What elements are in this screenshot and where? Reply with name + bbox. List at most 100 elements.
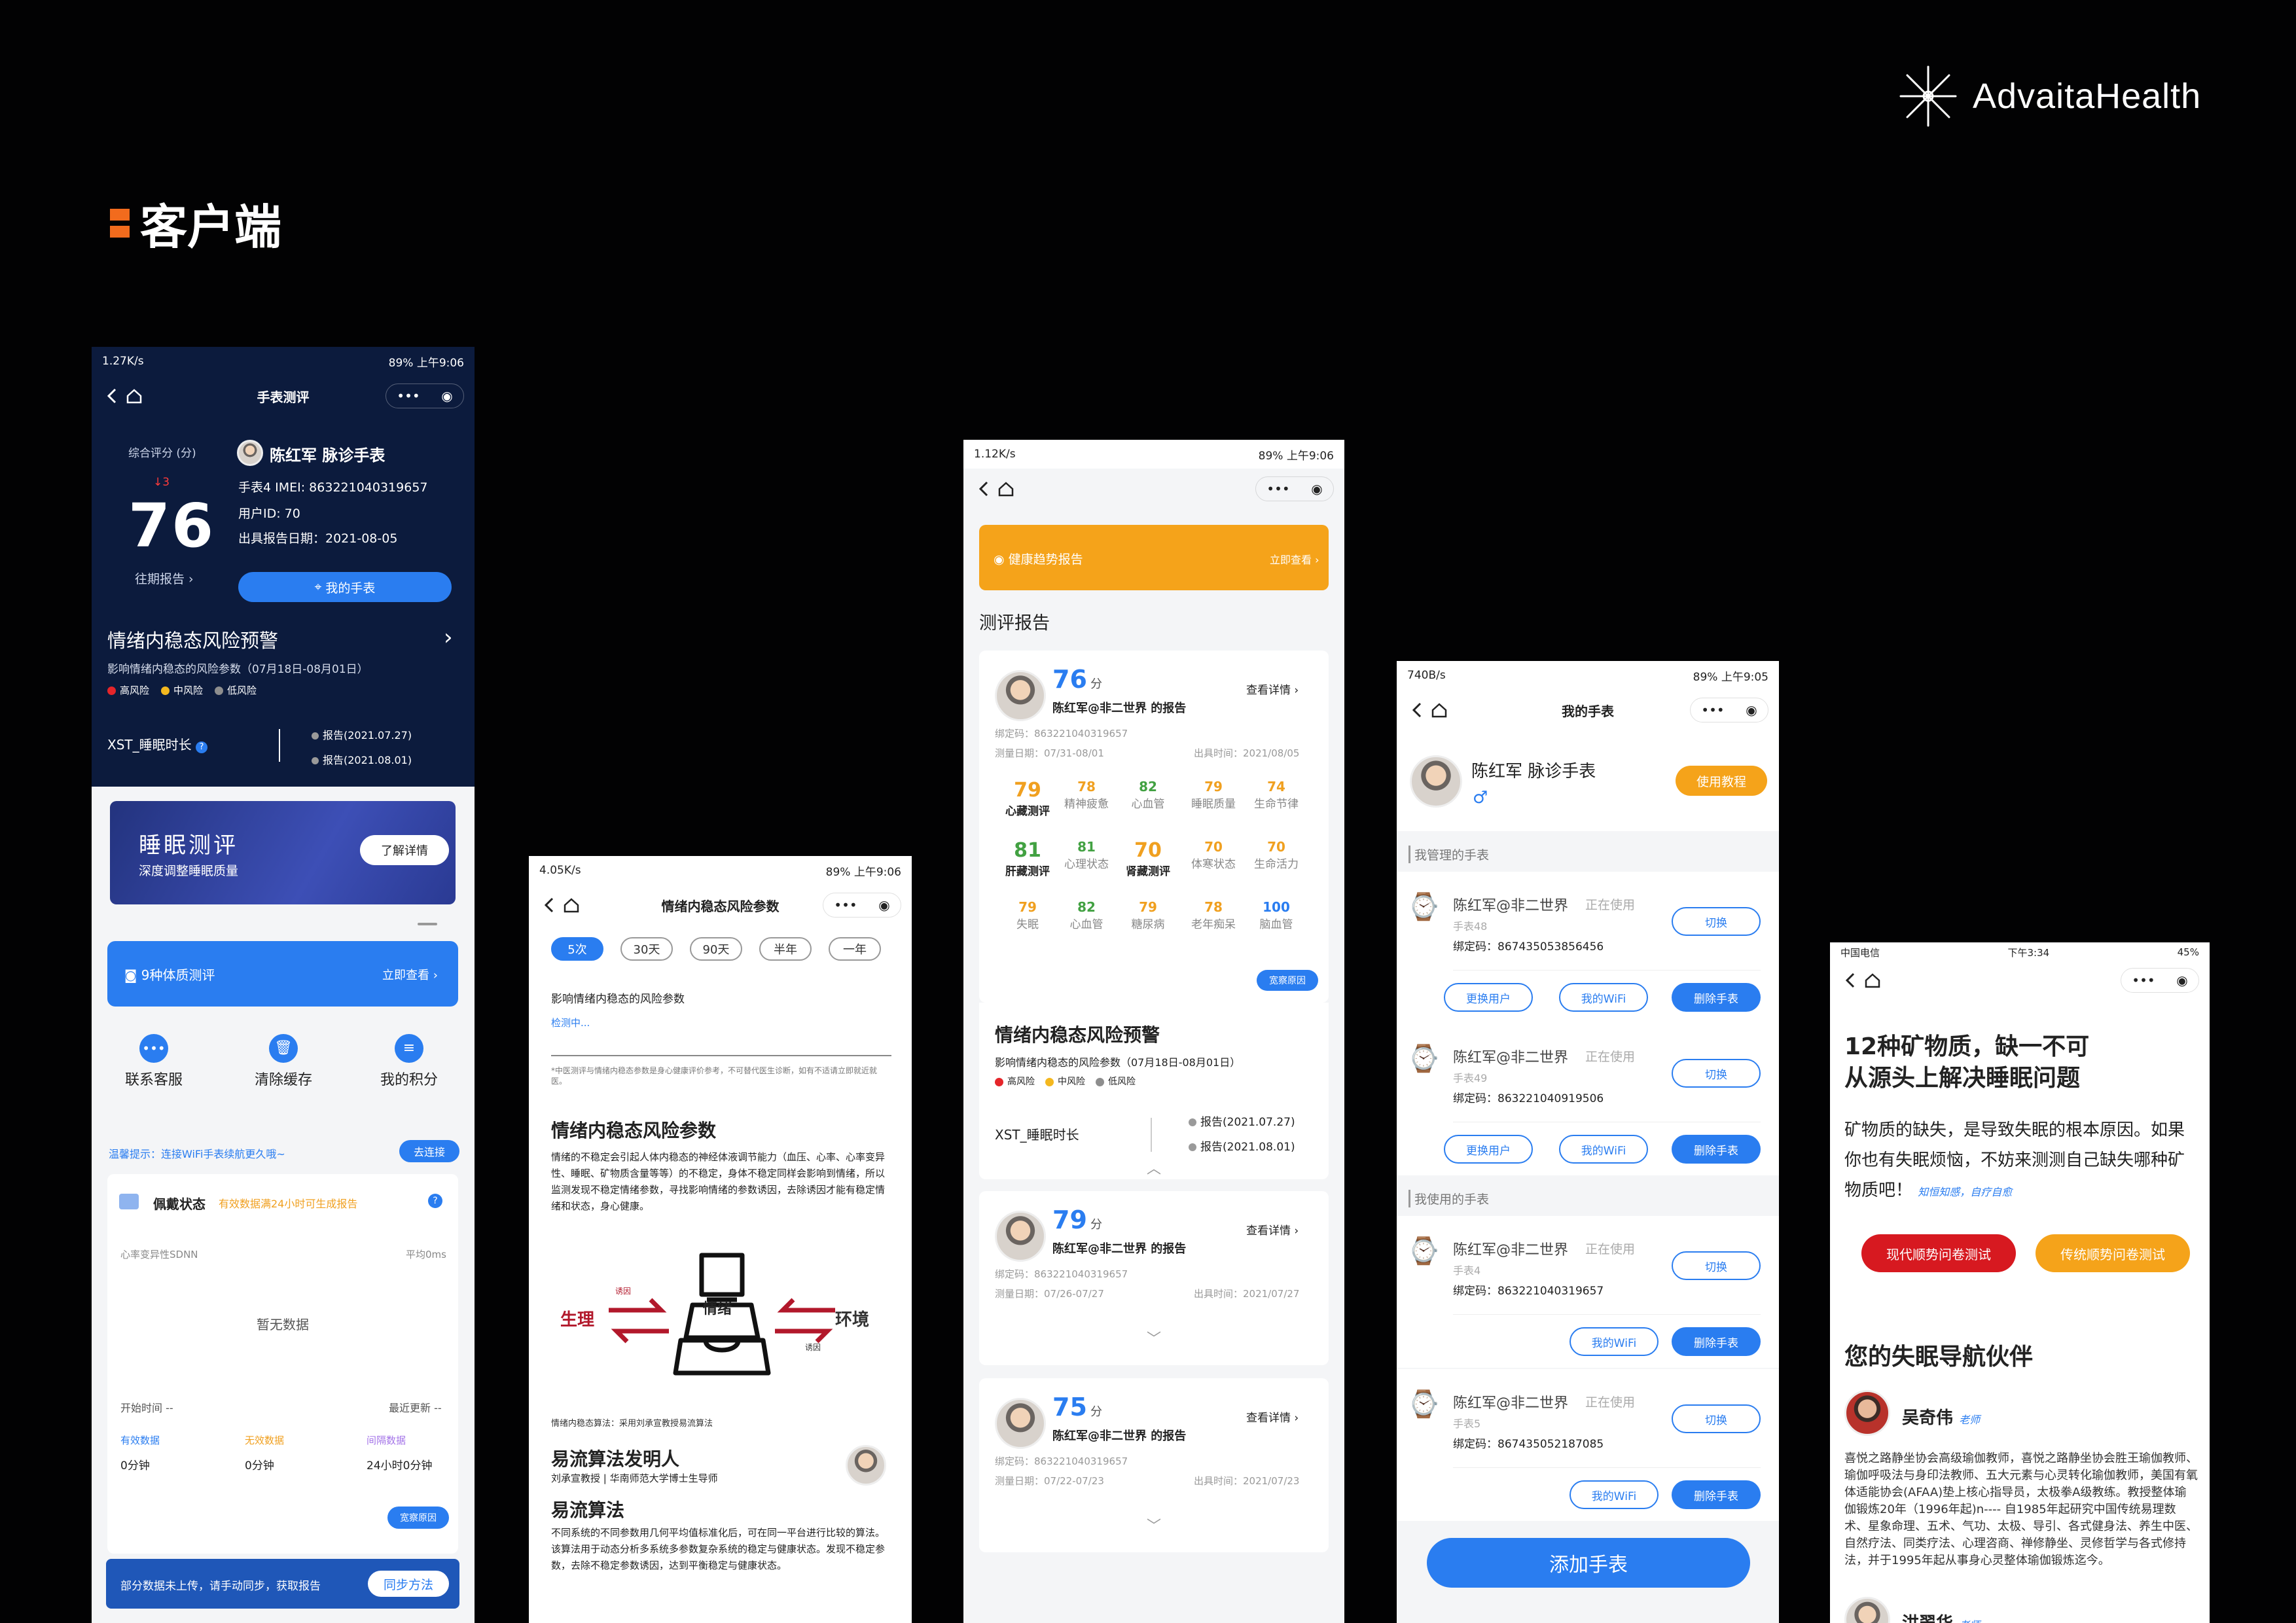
- trash-icon: 🗑: [269, 1034, 298, 1063]
- my-watch-button[interactable]: ⌖ 我的手表: [238, 572, 452, 602]
- my-wifi-button[interactable]: 我的WiFi: [1570, 1480, 1659, 1509]
- traditional-test-button[interactable]: 传统顺势问卷测试: [2036, 1234, 2190, 1272]
- more-icon[interactable]: •••: [1701, 702, 1724, 718]
- delete-watch-button[interactable]: 删除手表: [1672, 1327, 1761, 1356]
- my-wifi-button[interactable]: 我的WiFi: [1559, 1135, 1648, 1164]
- home-icon[interactable]: [1861, 969, 1884, 991]
- home-icon[interactable]: [123, 385, 145, 407]
- metric-label: 生命节律: [1254, 798, 1299, 811]
- tutorial-button[interactable]: 使用教程: [1676, 766, 1767, 796]
- metric-value: 79: [1204, 779, 1223, 794]
- trend-go[interactable]: 立即查看 ›: [1270, 551, 1319, 567]
- back-icon[interactable]: [973, 478, 995, 500]
- close-target-icon[interactable]: ◉: [1311, 481, 1322, 497]
- back-icon[interactable]: [101, 385, 123, 407]
- more-icon[interactable]: •••: [397, 388, 420, 404]
- change-user-button[interactable]: 更换用户: [1444, 1135, 1533, 1164]
- report-detail-link[interactable]: 查看详情 ›: [1246, 1221, 1299, 1238]
- switch-button[interactable]: 切换: [1672, 1404, 1761, 1433]
- home-icon[interactable]: [1428, 699, 1450, 721]
- tab-5-times[interactable]: 5次: [551, 937, 603, 961]
- report-link-1[interactable]: 报告(2021.07.27): [1189, 1113, 1295, 1129]
- history-link[interactable]: 往期报告 ›: [135, 569, 194, 587]
- my-wifi-button[interactable]: 我的WiFi: [1570, 1327, 1659, 1356]
- issue-date: 出具时间：2021/07/23: [1194, 1475, 1300, 1487]
- reason-button[interactable]: 宽察原因: [1257, 970, 1318, 991]
- tab-90-days[interactable]: 90天: [690, 937, 742, 961]
- divider: [1453, 970, 1761, 971]
- used-watch-1: ⌚ 陈红军@非二世界 正在使用 手表4 绑定码：863221040319657 …: [1397, 1216, 1779, 1368]
- chevron-down-icon[interactable]: ﹀: [1147, 1514, 1161, 1535]
- report-detail-link[interactable]: 查看详情 ›: [1246, 681, 1299, 697]
- delete-watch-button[interactable]: 删除手表: [1672, 1480, 1761, 1509]
- reason-button[interactable]: 宽察原因: [387, 1507, 449, 1529]
- avatar: [237, 440, 263, 466]
- customer-service-action[interactable]: ••• 联系客服: [118, 1034, 190, 1089]
- more-icon[interactable]: •••: [834, 897, 857, 913]
- add-watch-button[interactable]: 添加手表: [1427, 1538, 1750, 1588]
- more-icon[interactable]: •••: [1266, 481, 1289, 497]
- trend-label: ◉ 健康趋势报告: [994, 552, 1083, 567]
- using-section-label: 我使用的手表: [1408, 1190, 1489, 1207]
- chevron-up-icon[interactable]: ︿: [1147, 1157, 1161, 1178]
- banner-button[interactable]: 了解详情: [360, 835, 449, 865]
- close-target-icon[interactable]: ◉: [1746, 702, 1757, 718]
- inventor-avatar: [846, 1445, 886, 1486]
- back-icon[interactable]: [1406, 699, 1428, 721]
- metric-label: 肝藏测评: [1005, 865, 1050, 878]
- my-wifi-button[interactable]: 我的WiFi: [1559, 983, 1648, 1012]
- chevron-down-icon[interactable]: ﹀: [1147, 1327, 1161, 1348]
- report-link-1[interactable]: 报告(2021.07.27): [312, 726, 412, 742]
- risk-legend: 高风险 中风险 低风险: [107, 683, 257, 697]
- report-link-2[interactable]: 报告(2021.08.01): [312, 751, 412, 767]
- teacher-avatar-2: [1844, 1597, 1890, 1623]
- environment-label: 环境: [835, 1310, 870, 1330]
- used-watch-2: ⌚ 陈红军@非二世界 正在使用 手表5 绑定码：867435052187085 …: [1397, 1369, 1779, 1521]
- report-card-1[interactable]: 76 分 陈红军@非二世界 的报告 查看详情 › 绑定码：86322104031…: [979, 651, 1329, 1003]
- modern-test-button[interactable]: 现代顺势问卷测试: [1861, 1234, 2016, 1272]
- constitution-card[interactable]: ◙ 9种体质测评 立即查看 ›: [107, 941, 458, 1007]
- banner-pager: [418, 923, 437, 925]
- report-detail-link[interactable]: 查看详情 ›: [1246, 1408, 1299, 1425]
- mini-program-capsule: ••• ◉: [1255, 476, 1334, 501]
- phone-mineral-test: 中国电信 下午3:34 45% ••• ◉ 12种矿物质，缺一不可 从源头上解决睡…: [1830, 942, 2210, 1623]
- report-card-3[interactable]: 75 分 陈红军@非二世界 的报告 查看详情 › 绑定码：86322104031…: [979, 1378, 1329, 1552]
- tab-one-year[interactable]: 一年: [829, 937, 881, 961]
- close-target-icon[interactable]: ◉: [878, 897, 889, 913]
- close-target-icon[interactable]: ◉: [441, 388, 452, 404]
- delete-watch-button[interactable]: 删除手表: [1672, 983, 1761, 1012]
- sync-method-button[interactable]: 同步方法: [368, 1571, 449, 1597]
- trend-report-banner[interactable]: ◉ 健康趋势报告 立即查看 ›: [979, 525, 1329, 590]
- clear-cache-action[interactable]: 🗑 清除缓存: [247, 1034, 319, 1089]
- my-watch-label: 我的手表: [325, 580, 376, 596]
- constitution-go[interactable]: 立即查看 ›: [382, 966, 438, 983]
- sync-bar: 部分数据未上传，请手动同步，获取报告 同步方法: [106, 1559, 459, 1609]
- sleep-banner[interactable]: 睡眠测评 深度调整睡眠质量 了解详情: [110, 801, 456, 904]
- customer-service-label: 联系客服: [124, 1072, 183, 1088]
- mini-program-capsule: ••• ◉: [823, 893, 901, 918]
- close-target-icon[interactable]: ◉: [2176, 972, 2187, 988]
- back-icon[interactable]: [538, 894, 560, 916]
- switch-button[interactable]: 切换: [1672, 1251, 1761, 1280]
- connect-button[interactable]: 去连接: [399, 1140, 459, 1162]
- tab-30-days[interactable]: 30天: [620, 937, 673, 961]
- metric-item: 100 脑血管: [1244, 899, 1309, 931]
- network-speed: 740B/s: [1407, 669, 1446, 682]
- home-icon[interactable]: [560, 894, 583, 916]
- more-icon[interactable]: •••: [2132, 972, 2155, 988]
- report-link-2[interactable]: 报告(2021.08.01): [1189, 1137, 1295, 1154]
- points-action[interactable]: ≡ 我的积分: [373, 1034, 445, 1089]
- back-icon[interactable]: [1839, 969, 1861, 991]
- switch-button[interactable]: 切换: [1672, 907, 1761, 936]
- mini-program-capsule: ••• ◉: [1690, 698, 1768, 722]
- switch-button[interactable]: 切换: [1672, 1059, 1761, 1088]
- xst-sleep-param[interactable]: XST_睡眠时长 ?: [107, 734, 207, 753]
- xst-sleep-param[interactable]: XST_睡眠时长: [995, 1124, 1079, 1143]
- delete-watch-button[interactable]: 删除手表: [1672, 1135, 1761, 1164]
- change-user-button[interactable]: 更换用户: [1444, 983, 1533, 1012]
- home-icon[interactable]: [995, 478, 1017, 500]
- tab-half-year[interactable]: 半年: [759, 937, 812, 961]
- help-icon[interactable]: ?: [428, 1194, 442, 1208]
- chevron-right-icon[interactable]: ›: [444, 624, 453, 651]
- report-card-2[interactable]: 79 分 陈红军@非二世界 的报告 查看详情 › 绑定码：86322104031…: [979, 1191, 1329, 1365]
